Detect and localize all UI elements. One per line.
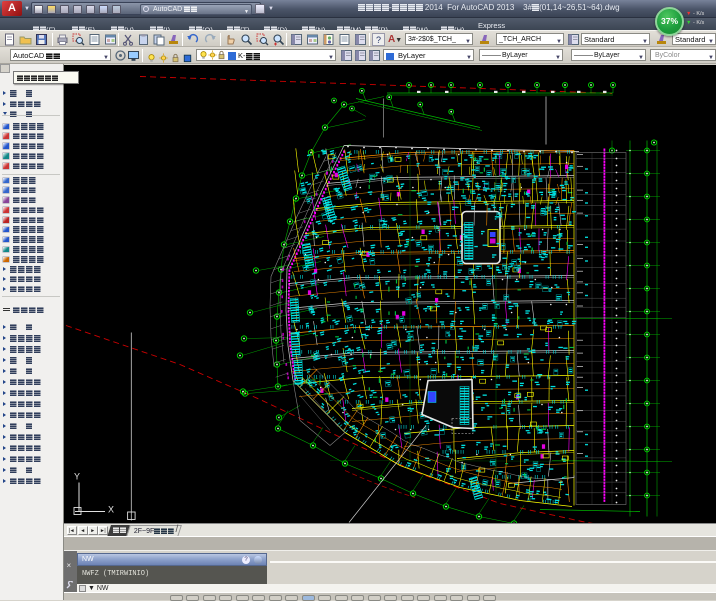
svg-text:X: X: [108, 504, 114, 514]
svg-text:Y: Y: [74, 471, 80, 481]
